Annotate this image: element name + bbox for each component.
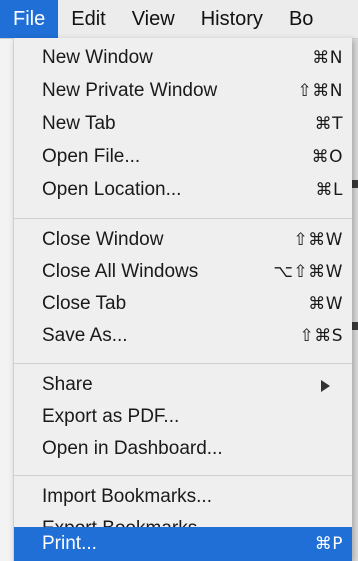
menu-item-shortcut: ⌘O — [311, 147, 343, 167]
menu-item-new-tab[interactable]: New Tab ⌘T — [14, 107, 352, 141]
menu-item-shortcut: ⇧⌘W — [293, 230, 343, 250]
menu-item-label: Close All Windows — [42, 261, 199, 282]
menubar-file[interactable]: File — [0, 0, 59, 38]
menu-item-label: Open Location... — [42, 179, 182, 200]
menubar-edit[interactable]: Edit — [58, 0, 118, 38]
menu-item-shortcut: ⌘P — [314, 534, 343, 554]
menubar-bookmarks[interactable]: Bo — [276, 0, 326, 38]
menu-separator — [14, 475, 352, 476]
menu-item-label: New Private Window — [42, 80, 218, 101]
menu-item-shortcut: ⌘T — [314, 114, 343, 134]
menu-item-close-all-windows[interactable]: Close All Windows ⌥⇧⌘W — [14, 255, 352, 289]
menu-item-shortcut: ⇧⌘N — [297, 81, 343, 101]
file-menu-dropdown: New Window ⌘N New Private Window ⇧⌘N New… — [13, 38, 352, 561]
menu-item-import-bookmarks[interactable]: Import Bookmarks... — [14, 480, 352, 514]
menu-item-shortcut: ⌘N — [312, 48, 343, 68]
menu-item-open-in-dashboard[interactable]: Open in Dashboard... — [14, 432, 352, 466]
menu-item-new-private-window[interactable]: New Private Window ⇧⌘N — [14, 74, 352, 108]
menu-item-print[interactable]: Print... ⌘P — [14, 527, 352, 561]
menu-item-label: Save As... — [42, 325, 128, 346]
menu-item-shortcut: ⌘W — [308, 294, 343, 314]
menu-item-label: Close Tab — [42, 293, 127, 314]
menu-item-label: New Window — [42, 47, 153, 68]
menu-item-label: New Tab — [42, 113, 116, 134]
menu-item-export-as-pdf[interactable]: Export as PDF... — [14, 400, 352, 434]
menu-item-label: Share — [42, 374, 93, 395]
menu-item-save-as[interactable]: Save As... ⇧⌘S — [14, 319, 352, 353]
menubar-history[interactable]: History — [188, 0, 276, 38]
menu-item-label: Open in Dashboard... — [42, 438, 223, 459]
menu-item-shortcut: ⌘L — [315, 180, 343, 200]
menu-item-label: Close Window — [42, 229, 164, 250]
submenu-arrow-icon — [321, 380, 330, 392]
menu-item-share[interactable]: Share — [14, 368, 352, 402]
menu-item-close-tab[interactable]: Close Tab ⌘W — [14, 287, 352, 321]
menu-separator — [14, 363, 352, 364]
menu-item-new-window[interactable]: New Window ⌘N — [14, 41, 352, 75]
menu-separator — [14, 218, 352, 219]
menubar-view[interactable]: View — [119, 0, 188, 38]
background-line — [352, 322, 358, 330]
menu-item-label: Import Bookmarks... — [42, 486, 212, 507]
menu-item-label: Export as PDF... — [42, 406, 180, 427]
menu-item-close-window[interactable]: Close Window ⇧⌘W — [14, 223, 352, 257]
menu-item-open-location[interactable]: Open Location... ⌘L — [14, 173, 352, 207]
menu-item-label: Open File... — [42, 146, 141, 167]
menu-item-shortcut: ⌥⇧⌘W — [273, 262, 343, 282]
menu-item-open-file[interactable]: Open File... ⌘O — [14, 140, 352, 174]
menu-bar: File Edit View History Bo — [0, 0, 358, 39]
background-window-edge — [352, 38, 358, 561]
menu-item-shortcut: ⇧⌘S — [299, 326, 343, 346]
menu-item-label: Print... — [42, 533, 97, 554]
background-line — [352, 180, 358, 188]
